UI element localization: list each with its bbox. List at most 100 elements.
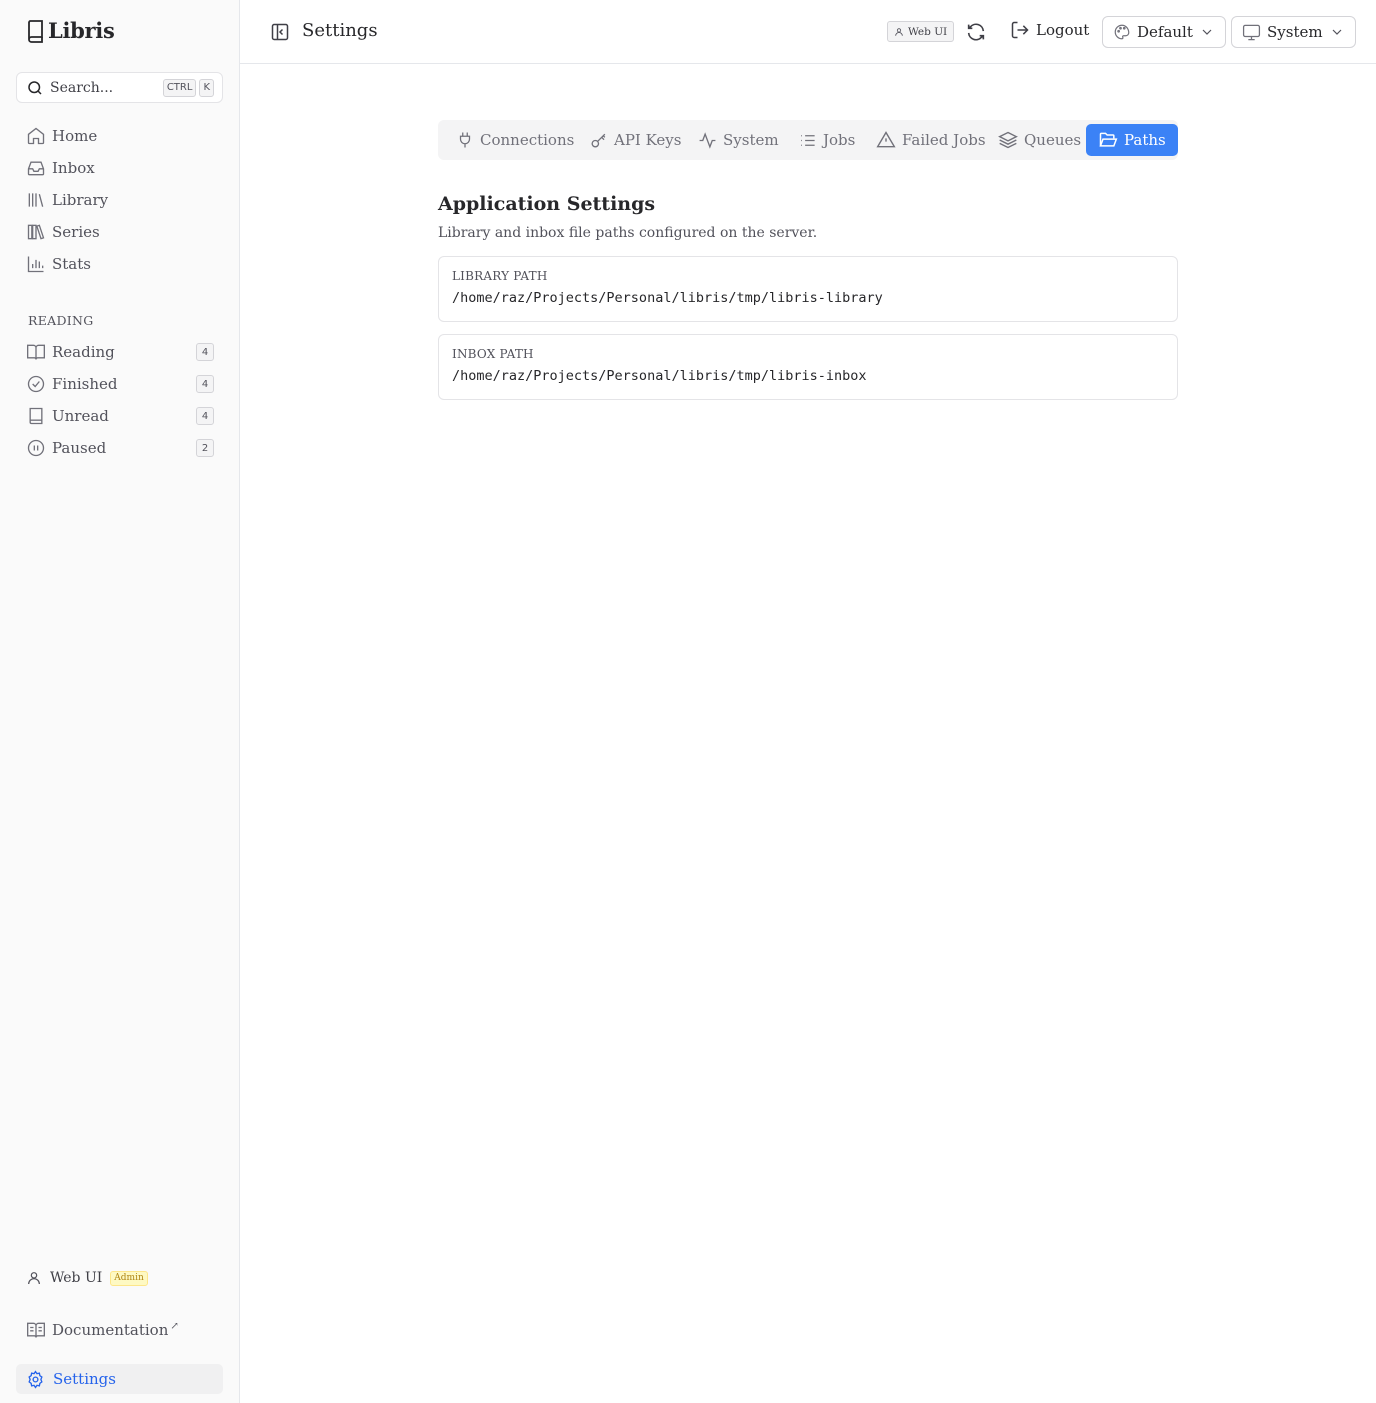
sidebar-item-label: Inbox xyxy=(52,159,95,177)
palette-icon xyxy=(1114,24,1130,40)
settings-label: Settings xyxy=(53,1370,116,1388)
user-name: Web UI xyxy=(50,1270,103,1286)
admin-badge: Admin xyxy=(110,1270,148,1286)
inbox-path-value: /home/raz/Projects/Personal/libris/tmp/l… xyxy=(452,368,867,384)
sidebar-item-stats[interactable]: Stats xyxy=(26,252,214,276)
sidebar-item-label: Unread xyxy=(52,407,109,425)
sidebar-item-series[interactable]: Series xyxy=(26,220,214,244)
library-path-label: LIBRARY PATH xyxy=(452,269,548,283)
section-description: Library and inbox file paths configured … xyxy=(438,225,818,241)
sidebar-item-label: Stats xyxy=(52,255,91,273)
sidebar-toggle-button[interactable] xyxy=(270,22,290,46)
search-input[interactable]: Search... CTRL K xyxy=(16,72,223,103)
documentation-label: Documentation xyxy=(52,1321,169,1339)
count-badge: 4 xyxy=(196,343,214,361)
tab-connections[interactable]: Connections xyxy=(444,124,586,156)
current-user[interactable]: Web UI Admin xyxy=(26,1270,148,1286)
tab-system[interactable]: System xyxy=(686,124,791,156)
list-icon xyxy=(801,134,815,146)
external-link-icon: ↗ xyxy=(170,1320,179,1332)
app-logo[interactable]: Libris xyxy=(26,18,115,43)
logout-label: Logout xyxy=(1036,21,1090,39)
layers-icon xyxy=(998,131,1018,149)
inbox-path-card: INBOX PATH /home/raz/Projects/Personal/l… xyxy=(438,334,1178,400)
sidebar-item-settings[interactable]: Settings xyxy=(16,1364,223,1394)
sidebar-item-finished[interactable]: Finished 4 xyxy=(26,372,214,396)
user-chip-label: Web UI xyxy=(908,25,948,38)
book-open-text-icon xyxy=(27,1322,45,1338)
section-label-reading: READING xyxy=(28,313,94,328)
stats-icon xyxy=(27,256,44,273)
refresh-icon xyxy=(967,23,985,41)
sidebar: Libris Search... CTRL K Home Inbox Libra… xyxy=(0,0,240,1403)
refresh-button[interactable] xyxy=(965,21,987,47)
color-mode-value: System xyxy=(1267,23,1323,41)
tab-label: Connections xyxy=(480,131,575,149)
pause-circle-icon xyxy=(27,439,45,457)
tab-label: Failed Jobs xyxy=(902,131,986,149)
tab-api-keys[interactable]: API Keys xyxy=(577,124,693,156)
tab-label: System xyxy=(723,131,779,149)
settings-tabs: Connections API Keys System Jobs Failed … xyxy=(438,120,1178,160)
tab-paths[interactable]: Paths xyxy=(1086,124,1178,156)
logout-icon xyxy=(1011,21,1029,39)
documentation-link[interactable]: Documentation ↗ xyxy=(26,1320,179,1340)
inbox-icon xyxy=(27,161,45,176)
tab-failed-jobs[interactable]: Failed Jobs xyxy=(864,124,998,156)
gear-icon xyxy=(28,1369,43,1389)
count-badge: 4 xyxy=(196,407,214,425)
count-badge: 2 xyxy=(196,439,214,457)
library-path-card: LIBRARY PATH /home/raz/Projects/Personal… xyxy=(438,256,1178,322)
user-chip: Web UI xyxy=(887,21,955,42)
sidebar-item-label: Series xyxy=(52,223,100,241)
chevron-down-icon xyxy=(1202,29,1212,35)
sidebar-item-unread[interactable]: Unread 4 xyxy=(26,404,214,428)
tab-label: Jobs xyxy=(823,131,856,149)
plug-icon xyxy=(459,132,471,148)
search-placeholder: Search... xyxy=(50,79,114,96)
theme-select[interactable]: Default xyxy=(1102,16,1226,48)
library-icon xyxy=(28,193,44,207)
sidebar-item-inbox[interactable]: Inbox xyxy=(26,156,214,180)
library-path-value: /home/raz/Projects/Personal/libris/tmp/l… xyxy=(452,290,883,306)
shortcut-k: K xyxy=(199,78,214,97)
book-logo-icon xyxy=(28,19,43,43)
top-bar: Settings Web UI Logout Default System xyxy=(240,0,1376,64)
key-icon xyxy=(591,133,606,148)
book-icon xyxy=(29,407,43,425)
tab-label: API Keys xyxy=(614,131,682,149)
sidebar-item-label: Reading xyxy=(52,343,115,361)
page-title: Settings xyxy=(302,20,378,41)
logout-button[interactable]: Logout xyxy=(1010,20,1089,40)
series-icon xyxy=(27,224,45,240)
panel-left-icon xyxy=(271,23,289,41)
shortcut-ctrl: CTRL xyxy=(162,78,197,97)
theme-value: Default xyxy=(1137,23,1193,41)
app-name: Libris xyxy=(48,18,115,43)
sidebar-item-reading[interactable]: Reading 4 xyxy=(26,340,214,364)
section-heading: Application Settings xyxy=(438,193,656,215)
folder-open-icon xyxy=(1099,132,1118,147)
sidebar-item-label: Home xyxy=(52,127,98,145)
sidebar-item-paused[interactable]: Paused 2 xyxy=(26,436,214,460)
home-icon xyxy=(27,127,45,145)
monitor-icon xyxy=(1242,24,1261,40)
color-mode-select[interactable]: System xyxy=(1231,16,1356,48)
sidebar-item-library[interactable]: Library xyxy=(26,188,214,212)
tab-jobs[interactable]: Jobs xyxy=(786,124,867,156)
sidebar-item-home[interactable]: Home xyxy=(26,124,214,148)
tab-label: Paths xyxy=(1124,131,1166,149)
sidebar-item-label: Library xyxy=(52,191,109,209)
tab-queues[interactable]: Queues xyxy=(986,124,1093,156)
inbox-path-label: INBOX PATH xyxy=(452,347,534,361)
alert-triangle-icon xyxy=(876,131,896,148)
sidebar-item-label: Paused xyxy=(52,439,107,457)
tab-label: Queues xyxy=(1024,131,1082,149)
book-open-icon xyxy=(27,344,45,360)
sidebar-item-label: Finished xyxy=(52,375,118,393)
activity-icon xyxy=(699,131,716,149)
search-icon xyxy=(28,80,42,95)
chevron-down-icon xyxy=(1332,29,1342,35)
count-badge: 4 xyxy=(196,375,214,393)
check-circle-icon xyxy=(27,375,45,393)
